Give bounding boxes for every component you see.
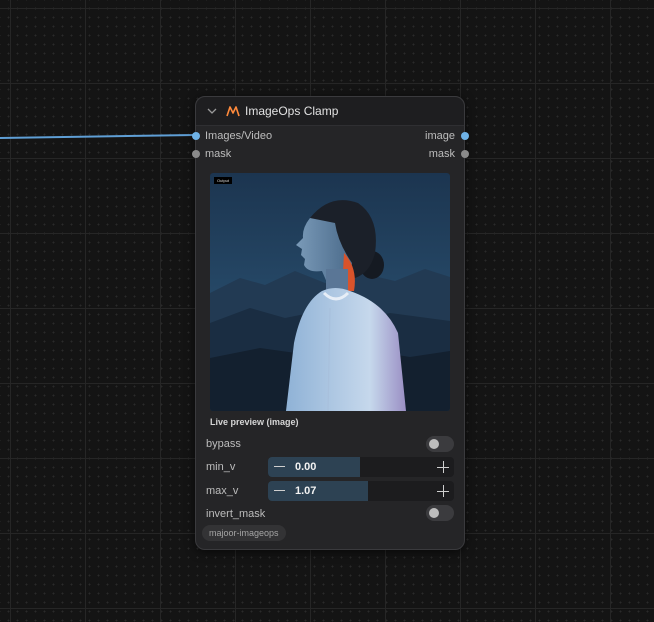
- imageops-clamp-node[interactable]: ImageOps Clamp Images/Video mask image m…: [192, 96, 469, 550]
- bypass-toggle-knob: [429, 439, 439, 449]
- input-images-video-label: Images/Video: [205, 130, 273, 142]
- min-v-decrement-icon[interactable]: [274, 466, 285, 467]
- max-v-value: 1.07: [295, 485, 317, 497]
- node-title: ImageOps Clamp: [245, 104, 339, 118]
- majoor-logo-icon: [226, 106, 240, 117]
- live-preview-image: Output: [210, 173, 450, 411]
- max-v-fill: [268, 481, 368, 501]
- invert-mask-toggle-knob: [429, 508, 439, 518]
- input-mask-label: mask: [205, 148, 232, 160]
- bypass-toggle[interactable]: [426, 436, 454, 452]
- source-tag: majoor-imageops: [202, 525, 286, 541]
- invert-mask-label: invert_mask: [206, 508, 266, 520]
- output-mask-socket[interactable]: [461, 150, 469, 158]
- output-image-socket[interactable]: [461, 132, 469, 140]
- input-mask-socket[interactable]: [192, 150, 200, 158]
- preview-caption: Live preview (image): [210, 417, 299, 427]
- input-images-video-socket[interactable]: [192, 132, 200, 140]
- max-v-decrement-icon[interactable]: [274, 490, 285, 491]
- chevron-down-icon[interactable]: [206, 105, 218, 117]
- min-v-number-input[interactable]: 0.00: [268, 457, 454, 477]
- portrait-preview-picture: [210, 173, 450, 411]
- min-v-label: min_v: [206, 461, 236, 473]
- preview-output-badge: Output: [214, 177, 233, 184]
- max-v-number-input[interactable]: 1.07: [268, 481, 454, 501]
- invert-mask-toggle[interactable]: [426, 505, 454, 521]
- min-v-increment-icon[interactable]: [437, 461, 449, 473]
- min-v-value: 0.00: [295, 461, 317, 473]
- output-image-label: image: [425, 130, 455, 142]
- node-header[interactable]: ImageOps Clamp: [196, 97, 464, 126]
- max-v-label: max_v: [206, 485, 239, 497]
- bypass-label: bypass: [206, 438, 241, 450]
- max-v-increment-icon[interactable]: [437, 485, 449, 497]
- output-mask-label: mask: [428, 148, 455, 160]
